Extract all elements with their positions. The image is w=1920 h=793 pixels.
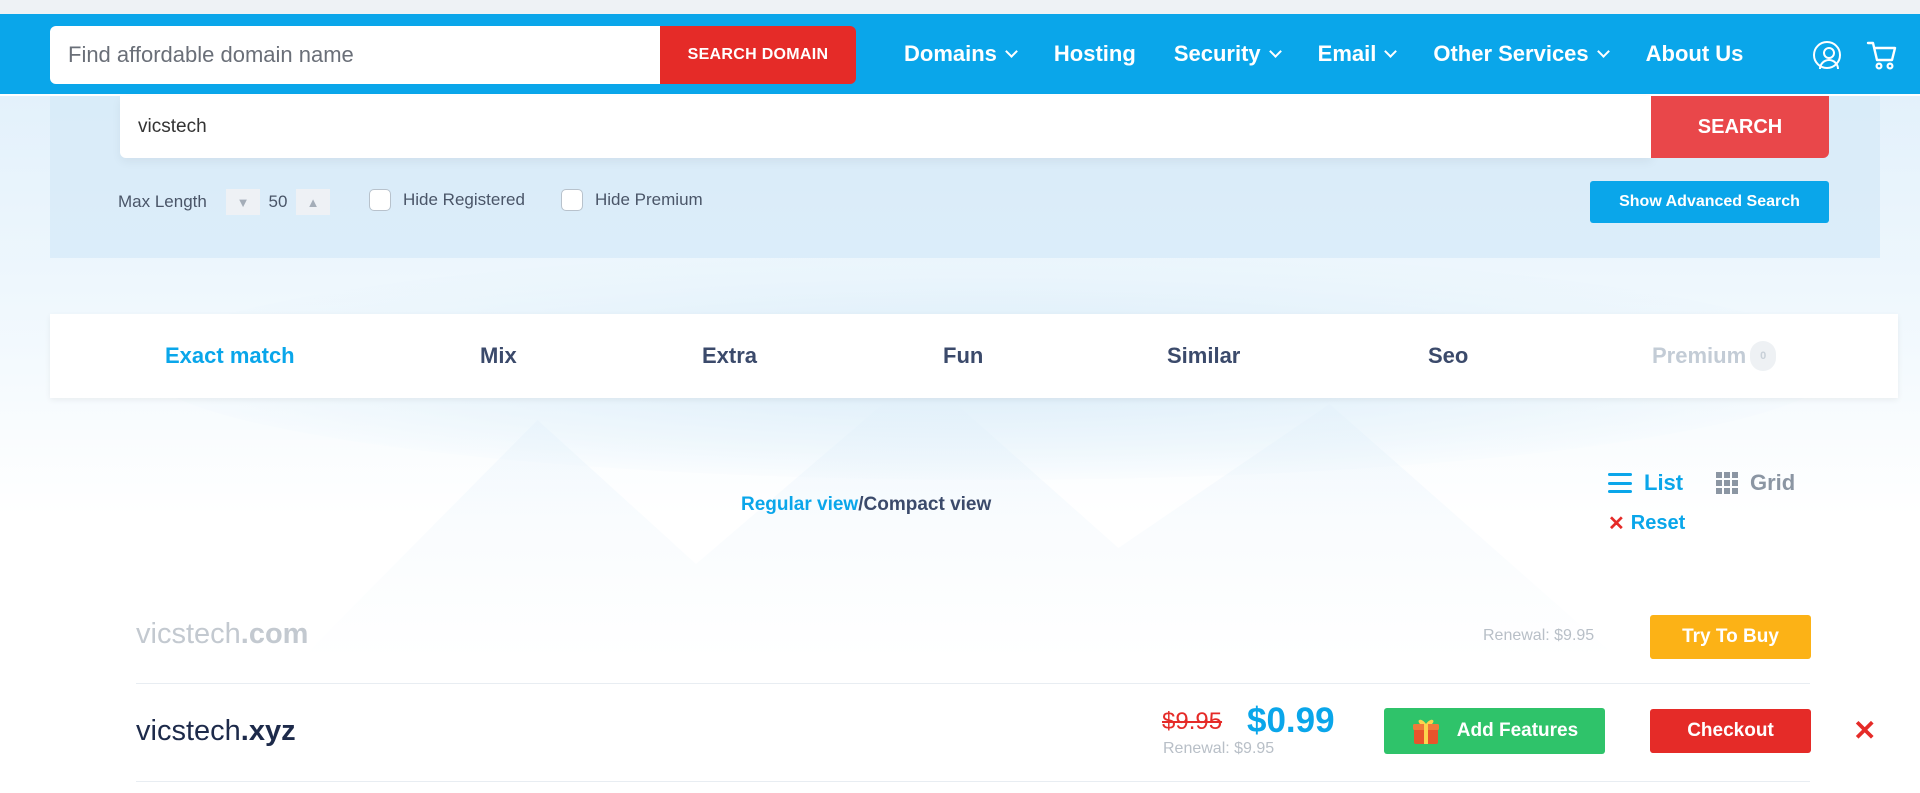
max-length-label: Max Length <box>118 192 207 211</box>
renewal-price: Renewal: $9.95 <box>1483 627 1595 644</box>
original-price: $9.95 <box>1162 708 1223 735</box>
tab-label: Similar <box>1167 343 1241 368</box>
chevron-down-icon <box>1596 45 1610 58</box>
list-icon <box>1608 473 1632 493</box>
add-features-button[interactable]: Add Features <box>1384 708 1605 754</box>
add-features-label: Add Features <box>1456 720 1579 741</box>
hide-registered-label: Hide Registered <box>403 190 525 209</box>
tab-label: Fun <box>943 343 984 368</box>
tab-similar[interactable]: Similar <box>1167 314 1240 398</box>
tab-seo[interactable]: Seo <box>1428 314 1468 398</box>
grid-view-toggle[interactable]: Grid <box>1716 470 1795 496</box>
chevron-down-icon <box>1268 45 1282 58</box>
tab-label: Mix <box>480 343 517 368</box>
main-nav: Domains Hosting Security Email Other Ser… <box>904 14 1781 94</box>
browser-bookmarks-strip <box>0 0 1920 14</box>
nav-label: Domains <box>904 41 997 66</box>
cart-icon[interactable] <box>1866 40 1898 70</box>
grid-icon <box>1716 472 1738 494</box>
nav-email[interactable]: Email <box>1317 41 1398 67</box>
nav-domains[interactable]: Domains <box>904 41 1018 67</box>
hide-registered-option[interactable]: Hide Registered <box>369 189 525 211</box>
tab-premium[interactable]: Premium 0 <box>1652 314 1777 398</box>
tab-extra[interactable]: Extra <box>702 314 757 398</box>
nav-label: Other Services <box>1433 41 1589 66</box>
result-domain-taken: vicstech.com <box>136 618 309 650</box>
max-length-value[interactable]: 50 <box>260 192 296 212</box>
view-switcher: Regular view/Compact view <box>741 494 991 516</box>
regular-view-link[interactable]: Regular view <box>741 494 858 515</box>
search-button[interactable]: SEARCH <box>1651 96 1829 158</box>
max-length-stepper: ▼ 50 ▲ <box>226 189 330 215</box>
sale-price: $0.99 <box>1247 701 1335 740</box>
domain-search-input[interactable] <box>120 96 1652 158</box>
header-domain-search-input[interactable] <box>50 26 660 84</box>
hide-registered-checkbox[interactable] <box>369 189 391 211</box>
user-icon[interactable] <box>1813 41 1841 69</box>
list-label: List <box>1644 470 1684 495</box>
hide-premium-option[interactable]: Hide Premium <box>561 189 703 211</box>
renewal-price: Renewal: $9.95 <box>1163 740 1275 757</box>
result-domain-available: vicstech.xyz <box>136 715 296 747</box>
tab-fun[interactable]: Fun <box>943 314 983 398</box>
nav-label: Email <box>1317 41 1377 66</box>
nav-label: About Us <box>1645 41 1744 66</box>
try-to-buy-button[interactable]: Try To Buy <box>1650 615 1811 659</box>
tab-label: Exact match <box>165 343 295 368</box>
decrement-button[interactable]: ▼ <box>226 189 260 215</box>
result-tabs: Exact match Mix Extra Fun Similar Seo Pr… <box>50 314 1898 398</box>
tab-label: Extra <box>702 343 758 368</box>
row-divider <box>136 683 1810 684</box>
reset-label: Reset <box>1630 512 1686 534</box>
gift-icon <box>1412 719 1439 744</box>
hide-premium-checkbox[interactable] <box>561 189 583 211</box>
tab-mix[interactable]: Mix <box>480 314 517 398</box>
hide-premium-label: Hide Premium <box>595 190 703 209</box>
close-icon: ✕ <box>1608 513 1625 535</box>
search-domain-button[interactable]: SEARCH DOMAIN <box>660 26 856 84</box>
row-divider <box>136 781 1810 782</box>
reset-button[interactable]: ✕ Reset <box>1608 511 1685 536</box>
nav-security[interactable]: Security <box>1173 41 1282 67</box>
premium-count-badge: 0 <box>1750 341 1777 371</box>
tab-label: Seo <box>1428 343 1469 368</box>
nav-hosting[interactable]: Hosting <box>1054 41 1136 67</box>
site-header: SEARCH DOMAIN Domains Hosting Security E… <box>0 14 1920 94</box>
checkout-button[interactable]: Checkout <box>1650 709 1811 753</box>
chevron-down-icon <box>1384 45 1398 58</box>
nav-label: Security <box>1173 41 1261 66</box>
show-advanced-search-button[interactable]: Show Advanced Search <box>1590 181 1829 223</box>
tab-label: Premium <box>1652 343 1747 368</box>
compact-view-link[interactable]: Compact view <box>864 494 992 515</box>
chevron-down-icon <box>1005 45 1018 58</box>
list-view-toggle[interactable]: List <box>1608 470 1683 496</box>
close-icon[interactable]: ✕ <box>1853 714 1876 747</box>
increment-button[interactable]: ▲ <box>296 189 330 215</box>
nav-other-services[interactable]: Other Services <box>1433 41 1610 67</box>
nav-about-us[interactable]: About Us <box>1646 41 1744 67</box>
nav-label: Hosting <box>1053 41 1136 66</box>
tab-exact-match[interactable]: Exact match <box>165 314 295 398</box>
grid-label: Grid <box>1750 470 1796 495</box>
